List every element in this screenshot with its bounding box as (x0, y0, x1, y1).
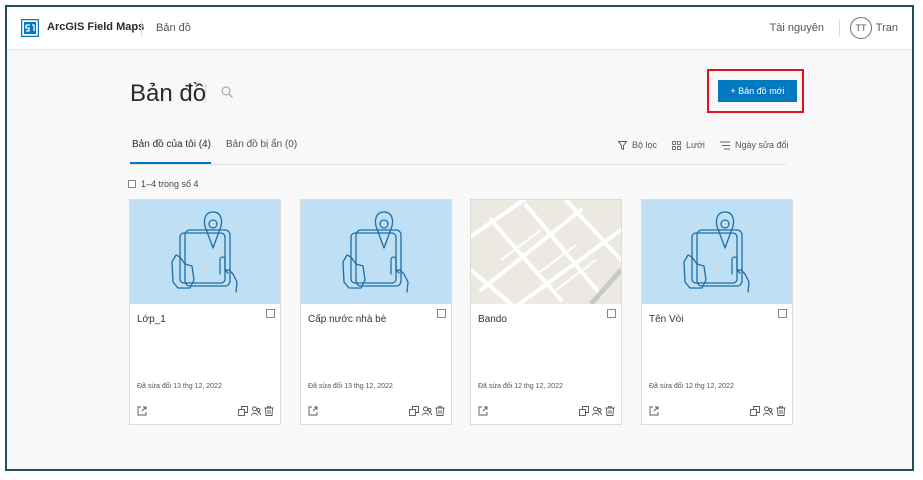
results-count: 1–4 trong số 4 (141, 179, 199, 189)
map-card[interactable]: Cấp nước nhà bè Đã sửa đổi 13 thg 12, 20… (300, 199, 452, 425)
trash-icon[interactable] (605, 406, 615, 416)
map-card[interactable]: Bando Đã sửa đổi 12 thg 12, 2022 (470, 199, 622, 425)
map-thumbnail[interactable] (471, 200, 621, 304)
trash-icon[interactable] (264, 406, 274, 416)
card-actions (649, 406, 786, 418)
share-icon[interactable] (251, 406, 261, 416)
page-title: Bản đồ (130, 80, 207, 107)
tablet-hand-icon (342, 211, 409, 293)
title-divider (205, 83, 206, 103)
tablet-hand-icon (171, 211, 238, 293)
map-thumbnail[interactable] (642, 200, 792, 304)
breadcrumb[interactable]: Bản đồ (156, 22, 191, 34)
card-modified-date: Đã sửa đổi 13 thg 12, 2022 (308, 383, 393, 390)
sort-icon (720, 141, 730, 149)
filter-label: Bộ lọc (632, 140, 658, 150)
top-bar: ArcGIS Field Maps Bản đồ Tài nguyên TT T… (7, 7, 912, 50)
open-in-icon[interactable] (649, 406, 659, 416)
trash-icon[interactable] (776, 406, 786, 416)
card-modified-date: Đã sửa đổi 12 thg 12, 2022 (649, 383, 734, 390)
username[interactable]: Tran (876, 22, 898, 34)
grid-icon (672, 140, 681, 150)
tab-my-maps[interactable]: Bản đồ của tôi (4) (132, 139, 211, 150)
share-icon[interactable] (592, 406, 602, 416)
select-all-checkbox[interactable] (128, 180, 136, 188)
header-divider-right (839, 19, 840, 37)
tablet-hand-icon (683, 211, 750, 293)
trash-icon[interactable] (435, 406, 445, 416)
card-checkbox[interactable] (778, 309, 787, 318)
resources-link[interactable]: Tài nguyên (770, 22, 824, 34)
select-all[interactable]: 1–4 trong số 4 (128, 179, 199, 189)
card-modified-date: Đã sửa đổi 12 thg 12, 2022 (478, 383, 563, 390)
card-checkbox[interactable] (607, 309, 616, 318)
duplicate-icon[interactable] (750, 406, 760, 416)
avatar[interactable]: TT (850, 17, 872, 39)
open-in-icon[interactable] (137, 406, 147, 416)
map-card[interactable]: Tên Vòi Đã sửa đổi 12 thg 12, 2022 (641, 199, 793, 425)
open-in-icon[interactable] (478, 406, 488, 416)
tab-hidden-maps[interactable]: Bản đồ bị ẩn (0) (226, 139, 297, 150)
duplicate-icon[interactable] (409, 406, 419, 416)
map-thumbnail[interactable] (301, 200, 451, 304)
map-thumbnail[interactable] (130, 200, 280, 304)
app-name[interactable]: ArcGIS Field Maps (47, 21, 144, 33)
app-window: ArcGIS Field Maps Bản đồ Tài nguyên TT T… (5, 5, 914, 471)
card-actions (478, 406, 615, 418)
card-actions (308, 406, 445, 418)
card-actions (137, 406, 274, 418)
card-checkbox[interactable] (437, 309, 446, 318)
share-icon[interactable] (763, 406, 773, 416)
grid-label: Lưới (686, 140, 705, 150)
share-icon[interactable] (422, 406, 432, 416)
card-title[interactable]: Tên Vòi (649, 314, 683, 325)
active-tab-indicator (130, 162, 211, 164)
street-map (471, 200, 621, 304)
card-title[interactable]: Cấp nước nhà bè (308, 314, 386, 325)
map-card[interactable]: Lớp_1 Đã sửa đổi 13 thg 12, 2022 (129, 199, 281, 425)
open-in-icon[interactable] (308, 406, 318, 416)
sort-button[interactable]: Ngày sửa đổi (720, 140, 789, 150)
filter-button[interactable]: Bộ lọc (618, 140, 657, 150)
card-title[interactable]: Lớp_1 (137, 314, 166, 325)
card-title[interactable]: Bando (478, 314, 507, 325)
field-maps-logo-icon[interactable] (21, 19, 39, 37)
grid-view-button[interactable]: Lưới (672, 140, 705, 150)
sort-label: Ngày sửa đổi (735, 140, 789, 150)
filter-icon (618, 140, 627, 150)
duplicate-icon[interactable] (238, 406, 248, 416)
duplicate-icon[interactable] (579, 406, 589, 416)
card-checkbox[interactable] (266, 309, 275, 318)
search-icon[interactable] (220, 85, 234, 99)
tabs-divider (130, 164, 786, 165)
header-divider (141, 19, 142, 37)
new-map-button[interactable]: + Bản đồ mới (718, 80, 797, 102)
card-modified-date: Đã sửa đổi 13 thg 12, 2022 (137, 383, 222, 390)
